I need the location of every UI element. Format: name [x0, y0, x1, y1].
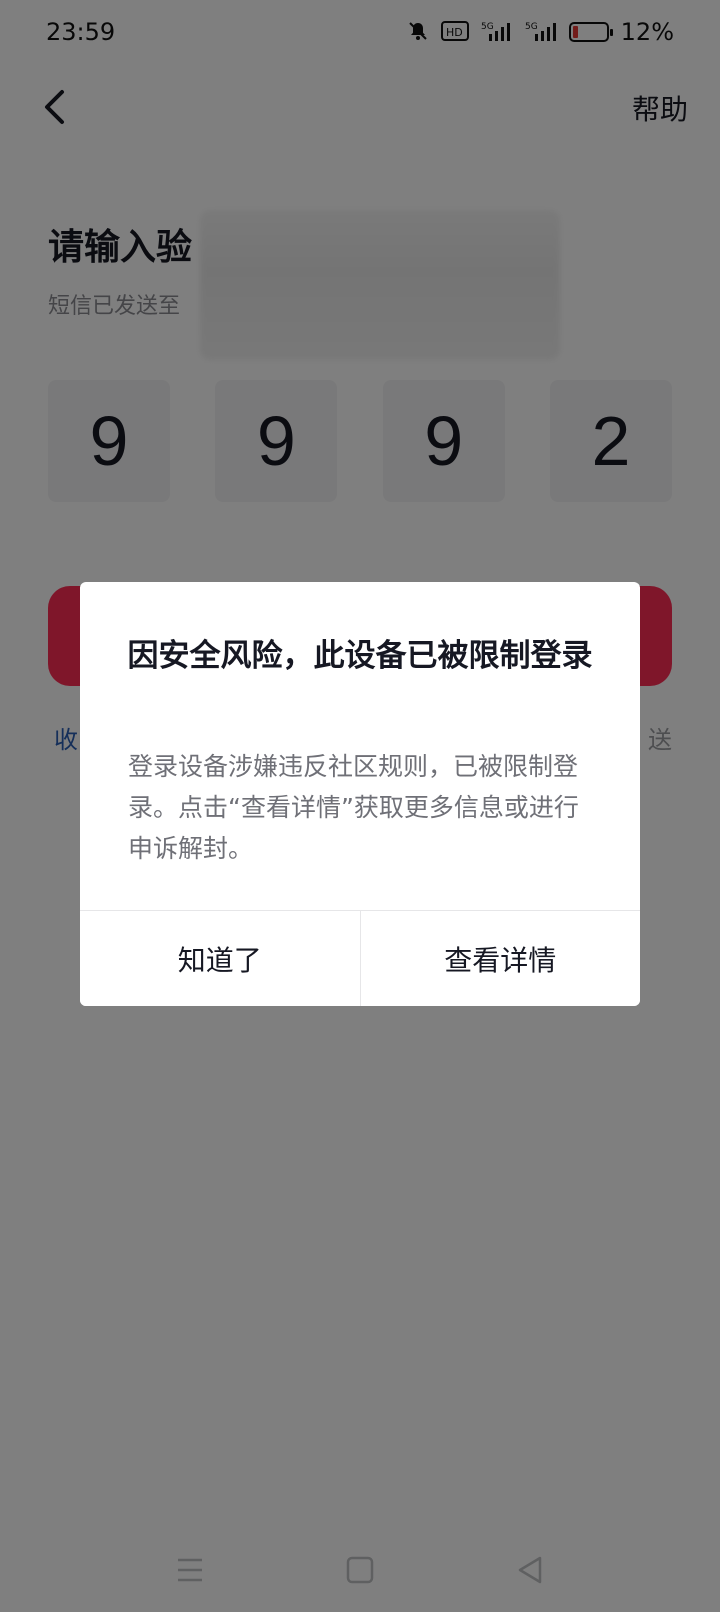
dialog-actions: 知道了 查看详情: [80, 910, 640, 1006]
dismiss-button[interactable]: 知道了: [80, 911, 360, 1006]
view-details-button[interactable]: 查看详情: [359, 911, 640, 1006]
dialog-title: 因安全风险，此设备已被限制登录: [127, 638, 593, 674]
dialog-message: 登录设备涉嫌违反社区规则，已被限制登录。点击“查看详情”获取更多信息或进行申诉解…: [128, 752, 579, 863]
restriction-dialog: 因安全风险，此设备已被限制登录 登录设备涉嫌违反社区规则，已被限制登录。点击“查…: [80, 582, 640, 1006]
